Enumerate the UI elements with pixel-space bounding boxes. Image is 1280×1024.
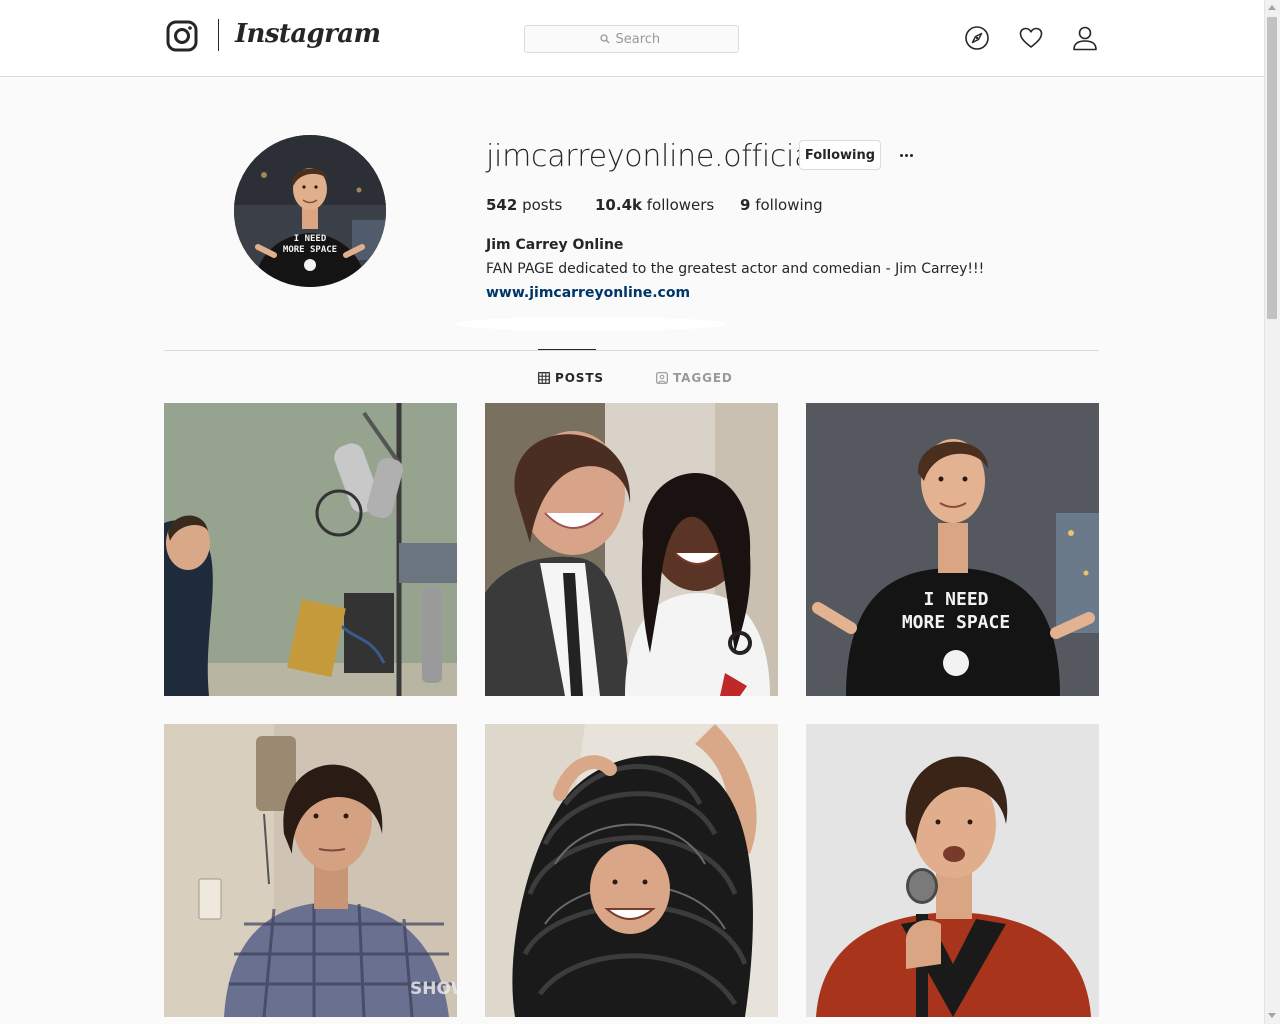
tab-posts[interactable]: POSTS	[538, 370, 604, 386]
post-thumbnail[interactable]	[164, 403, 457, 696]
redaction-smudge	[455, 317, 727, 331]
post-shirt-line-2: MORE SPACE	[902, 612, 1010, 633]
profile-website-link[interactable]: www.jimcarreyonline.com	[486, 284, 690, 302]
person-icon[interactable]	[1072, 25, 1098, 51]
tab-tagged[interactable]: TAGGED	[656, 370, 733, 386]
search-input[interactable]	[615, 31, 664, 47]
scrollbar-thumb[interactable]	[1267, 17, 1277, 319]
avatar-shirt-line-2: MORE SPACE	[283, 245, 337, 255]
posts-count: 542	[486, 196, 518, 214]
search-icon	[599, 34, 609, 44]
tab-posts-label: POSTS	[555, 371, 604, 385]
post-thumbnail[interactable]	[806, 724, 1099, 1017]
search-box[interactable]	[524, 25, 739, 53]
top-navigation: Instagram	[0, 0, 1264, 77]
compass-icon[interactable]	[964, 25, 990, 51]
instagram-glyph-icon[interactable]	[166, 20, 198, 52]
scroll-up-arrow-icon[interactable]	[1268, 5, 1276, 10]
post-thumbnail[interactable]: SHOWT	[164, 724, 457, 1017]
posts-count-stat: 542 posts	[486, 195, 562, 215]
instagram-wordmark[interactable]: Instagram	[235, 17, 381, 51]
logo-divider	[218, 19, 219, 51]
posts-label: posts	[522, 196, 563, 214]
tag-icon	[656, 372, 668, 384]
grid-icon	[538, 372, 550, 384]
profile-username: jimcarreyonline.official	[486, 139, 821, 174]
profile-avatar[interactable]: I NEED MORE SPACE	[234, 135, 386, 287]
active-tab-indicator	[538, 349, 596, 350]
profile-full-name: Jim Carrey Online	[486, 237, 624, 253]
following-count-stat[interactable]: 9 following	[740, 195, 823, 215]
following-button[interactable]: Following	[799, 140, 881, 170]
following-count: 9	[740, 196, 751, 214]
profile-bio: FAN PAGE dedicated to the greatest actor…	[486, 261, 985, 277]
heart-icon[interactable]	[1018, 25, 1044, 51]
post-thumbnail[interactable]: I NEED MORE SPACE	[806, 403, 1099, 696]
scroll-down-arrow-icon[interactable]	[1268, 1013, 1276, 1018]
followers-count: 10.4k	[595, 196, 642, 214]
instagram-profile-page: Instagram Search I NEED MORE SPACE jimca…	[0, 0, 1280, 1024]
post-watermark-text: SHOWT	[410, 979, 457, 999]
post-thumbnail[interactable]	[485, 403, 778, 696]
tabs-divider	[164, 350, 1099, 351]
avatar-shirt-line-1: I NEED	[294, 234, 327, 244]
followers-count-stat[interactable]: 10.4k followers	[595, 195, 714, 215]
followers-label: followers	[646, 196, 715, 214]
tab-tagged-label: TAGGED	[673, 371, 733, 385]
more-options-icon[interactable]	[895, 144, 917, 166]
following-label: following	[755, 196, 823, 214]
post-shirt-line-1: I NEED	[923, 589, 988, 610]
post-thumbnail[interactable]	[485, 724, 778, 1017]
